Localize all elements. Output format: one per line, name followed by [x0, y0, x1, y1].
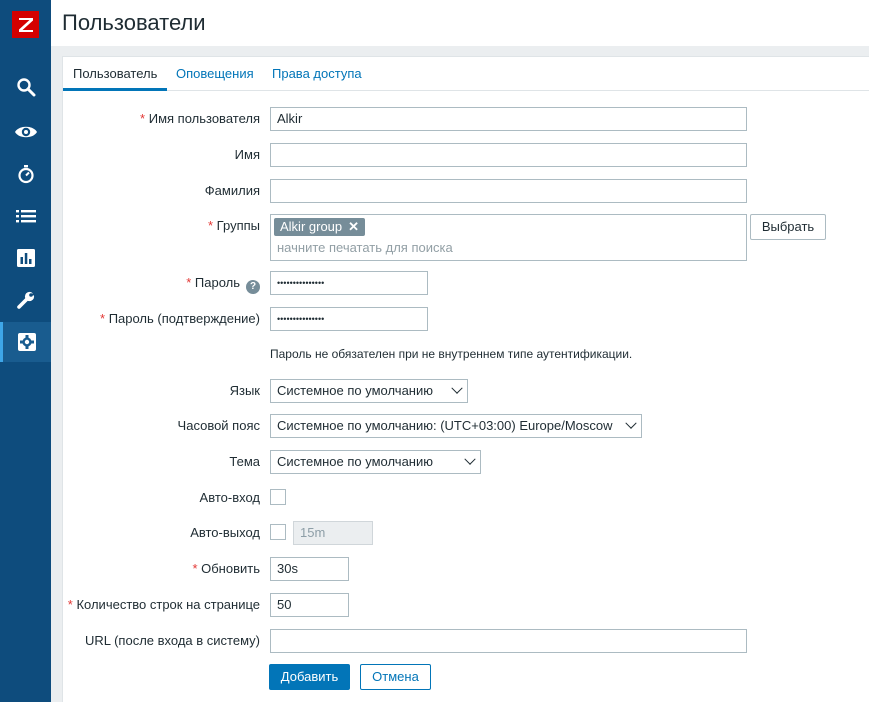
- stopwatch-icon: [17, 165, 34, 184]
- wrench-icon: [16, 291, 35, 309]
- nav-inventory[interactable]: [0, 196, 51, 236]
- required-mark: *: [186, 275, 192, 290]
- rows-per-page-label-text: Количество строк на странице: [76, 597, 260, 612]
- bar-chart-icon: [16, 249, 35, 267]
- password-confirm-label-text: Пароль (подтверждение): [108, 311, 260, 326]
- theme-select-value: Системное по умолчанию: [277, 454, 433, 469]
- cancel-button[interactable]: Отмена: [360, 664, 431, 690]
- tab-user[interactable]: Пользователь: [63, 57, 168, 91]
- rows-per-page-label: * Количество строк на странице: [68, 597, 260, 612]
- required-mark: *: [140, 111, 146, 126]
- name-label: Имя: [234, 147, 260, 162]
- chevron-down-icon: [625, 417, 637, 429]
- url-label: URL (после входа в систему): [84, 633, 260, 648]
- page-header: Пользователи: [51, 0, 869, 46]
- password-confirm-input[interactable]: •••••••••••••••: [270, 307, 428, 331]
- chevron-down-icon: [451, 382, 463, 394]
- nav-reports[interactable]: [0, 238, 51, 278]
- username-input[interactable]: Alkir: [270, 107, 747, 131]
- help-icon[interactable]: ?: [246, 280, 260, 294]
- group-tag-label: Alkir group: [280, 219, 343, 234]
- autologout-input: 15m: [293, 521, 373, 545]
- language-select-value: Системное по умолчанию: [277, 383, 433, 398]
- username-label: * Имя пользователя: [140, 111, 260, 126]
- zabbix-logo[interactable]: [12, 11, 39, 38]
- theme-select[interactable]: Системное по умолчанию: [270, 450, 481, 474]
- timezone-select-value: Системное по умолчанию: (UTC+03:00) Euro…: [277, 418, 613, 433]
- required-mark: *: [67, 597, 73, 612]
- password-note: Пароль не обязателен при не внутреннем т…: [270, 347, 633, 361]
- timezone-label: Часовой пояс: [177, 418, 260, 433]
- remove-tag-icon[interactable]: ✕: [348, 218, 359, 236]
- surname-label: Фамилия: [204, 183, 260, 198]
- rows-per-page-input[interactable]: 50: [270, 593, 349, 617]
- list-icon: [15, 210, 36, 223]
- group-tag: Alkir group ✕: [274, 218, 366, 236]
- eye-icon: [14, 126, 37, 138]
- sidebar: [0, 0, 51, 702]
- password-confirm-label: * Пароль (подтверждение): [100, 311, 260, 326]
- language-label: Язык: [229, 383, 260, 398]
- required-mark: *: [100, 311, 106, 326]
- language-select[interactable]: Системное по умолчанию: [270, 379, 468, 403]
- timezone-select[interactable]: Системное по умолчанию: (UTC+03:00) Euro…: [270, 414, 642, 438]
- tab-media[interactable]: Оповещения: [166, 57, 264, 90]
- chevron-down-icon: [464, 453, 476, 465]
- username-label-text: Имя пользователя: [148, 111, 260, 126]
- logo-z-icon: [18, 17, 33, 32]
- required-mark: *: [192, 561, 198, 576]
- autologout-label: Авто-выход: [190, 525, 260, 540]
- groups-label: * Группы: [208, 218, 260, 233]
- nav-search[interactable]: [0, 67, 51, 107]
- add-button[interactable]: Добавить: [269, 664, 350, 690]
- groups-search-placeholder[interactable]: начните печатать для поиска: [277, 240, 453, 255]
- tab-permissions[interactable]: Права доступа: [262, 57, 372, 90]
- autologin-checkbox[interactable]: [270, 489, 286, 505]
- refresh-label-text: Обновить: [201, 561, 260, 576]
- required-mark: *: [207, 218, 214, 233]
- refresh-label: * Обновить: [192, 561, 260, 576]
- tab-bar: Пользователь Оповещения Права доступа: [63, 57, 869, 91]
- search-icon: [16, 78, 35, 97]
- select-groups-button[interactable]: Выбрать: [750, 214, 826, 240]
- autologin-label: Авто-вход: [199, 490, 260, 505]
- password-label-text: Пароль: [194, 275, 240, 290]
- nav-administration[interactable]: [0, 322, 51, 362]
- surname-input[interactable]: [270, 179, 747, 203]
- groups-label-text: Группы: [216, 218, 260, 233]
- gear-icon: [18, 333, 36, 351]
- groups-multiselect[interactable]: Alkir group ✕ начните печатать для поиска: [270, 214, 747, 261]
- page-title: Пользователи: [62, 10, 206, 35]
- refresh-input[interactable]: 30s: [270, 557, 349, 581]
- password-label: * Пароль?: [186, 275, 260, 294]
- autologout-checkbox[interactable]: [270, 524, 286, 540]
- theme-label: Тема: [229, 454, 260, 469]
- password-input[interactable]: •••••••••••••••: [270, 271, 428, 295]
- nav-configuration[interactable]: [0, 280, 51, 320]
- nav-monitoring[interactable]: [0, 112, 51, 152]
- nav-services[interactable]: [0, 154, 51, 194]
- name-input[interactable]: [270, 143, 747, 167]
- url-input[interactable]: [270, 629, 747, 653]
